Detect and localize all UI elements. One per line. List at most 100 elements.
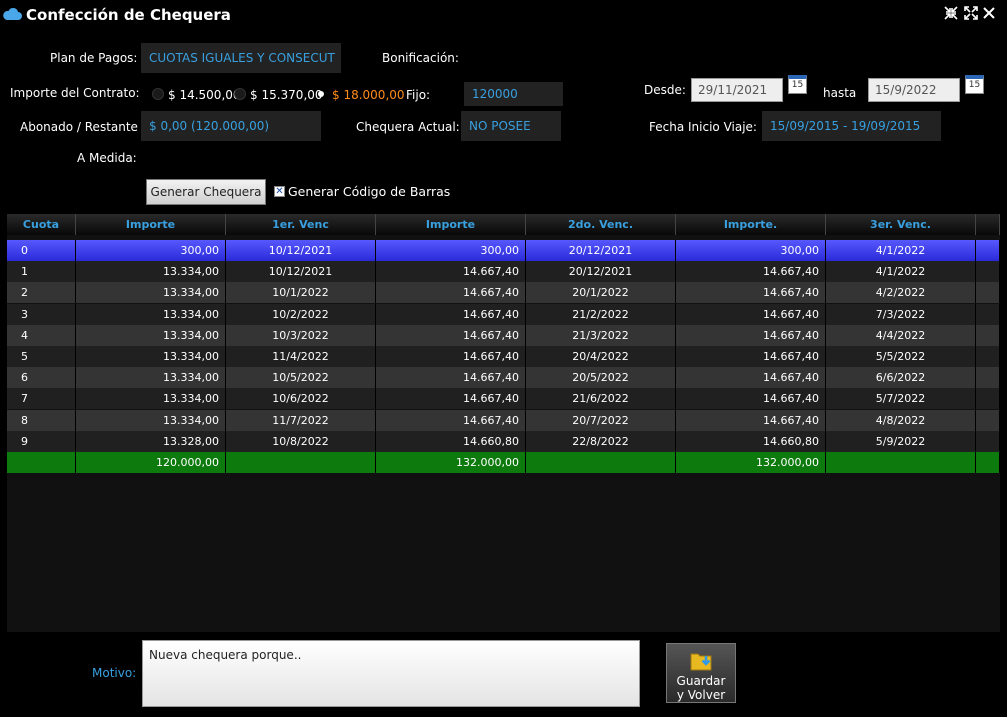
desde-calendar-icon[interactable]: 15 <box>788 75 807 94</box>
cell-importe-3: 300,00 <box>676 240 826 261</box>
cell-venc-1: 10/6/2022 <box>226 388 376 409</box>
cell-importe-3: 14.667,40 <box>676 367 826 388</box>
cell-venc-2: 20/5/2022 <box>526 367 676 388</box>
cell-importe-3: 14.667,40 <box>676 388 826 409</box>
cell-venc-1: 10/1/2022 <box>226 282 376 303</box>
cell-venc-1: 11/4/2022 <box>226 346 376 367</box>
cell-importe-2: 14.667,40 <box>376 346 526 367</box>
guardar-y-volver-button[interactable]: Guardar y Volver <box>666 643 736 703</box>
cell-cuota: 2 <box>7 282 76 303</box>
hasta-calendar-icon[interactable]: 15 <box>965 75 984 94</box>
table-row[interactable]: 7 13.334,00 10/6/2022 14.667,40 21/6/2022 14.… <box>7 388 1000 409</box>
header-importe-3[interactable]: Importe. <box>676 214 826 235</box>
cell-cuota: 4 <box>7 325 76 346</box>
cell-importe-1: 300,00 <box>76 240 226 261</box>
cell-spacer <box>976 261 1000 282</box>
importe-option-1-label: $ 14.500,00 <box>168 88 241 102</box>
title-bar: Confección de Chequera <box>0 0 1007 32</box>
cell-importe-2: 14.667,40 <box>376 410 526 431</box>
table-row[interactable]: 0 300,00 10/12/2021 300,00 20/12/2021 300,00 4… <box>7 240 1000 261</box>
table-row[interactable]: 2 13.334,00 10/1/2022 14.667,40 20/1/2022 14.… <box>7 282 1000 303</box>
header-cuota[interactable]: Cuota <box>7 214 76 235</box>
header-venc-1[interactable]: 1er. Venc <box>226 214 376 235</box>
cell-importe-3: 14.667,40 <box>676 282 826 303</box>
cell-importe-3: 14.667,40 <box>676 325 826 346</box>
cell-venc-1: 10/5/2022 <box>226 367 376 388</box>
cell-cuota: 5 <box>7 346 76 367</box>
cell-importe-1: 13.334,00 <box>76 325 226 346</box>
maximize-icon[interactable] <box>962 6 980 24</box>
cell-spacer <box>976 410 1000 431</box>
bonificacion-label: Bonificación: <box>382 51 459 65</box>
cell-venc-2: 22/8/2022 <box>526 431 676 452</box>
fijo-label: Fijo: <box>406 88 431 102</box>
cell-cuota: 7 <box>7 388 76 409</box>
cell-importe-1: 13.334,00 <box>76 346 226 367</box>
header-importe-2[interactable]: Importe <box>376 214 526 235</box>
cell-venc-3: 4/1/2022 <box>826 261 976 282</box>
total-importe-1: 120.000,00 <box>76 452 226 473</box>
cell-importe-3: 14.667,40 <box>676 304 826 325</box>
total-venc-2 <box>526 452 676 473</box>
table-row[interactable]: 8 13.334,00 11/7/2022 14.667,40 20/7/2022 14.… <box>7 410 1000 431</box>
chequera-actual-label: Chequera Actual: <box>356 120 460 134</box>
table-row[interactable]: 9 13.328,00 10/8/2022 14.660,80 22/8/2022 14.… <box>7 431 1000 452</box>
cell-cuota: 1 <box>7 261 76 282</box>
cell-importe-1: 13.334,00 <box>76 367 226 388</box>
cell-cuota: 3 <box>7 304 76 325</box>
table-row[interactable]: 1 13.334,00 10/12/2021 14.667,40 20/12/2021 1… <box>7 261 1000 282</box>
header-importe-1[interactable]: Importe <box>76 214 226 235</box>
importe-option-2-label: $ 15.370,00 <box>250 88 323 102</box>
minimize-icon[interactable] <box>942 6 960 24</box>
cell-importe-2: 300,00 <box>376 240 526 261</box>
cell-venc-2: 20/7/2022 <box>526 410 676 431</box>
cell-spacer <box>976 240 1000 261</box>
fijo-field[interactable]: 120000 <box>464 82 563 106</box>
cell-importe-2: 14.660,80 <box>376 431 526 452</box>
hasta-date-field[interactable]: 15/9/2022 <box>868 78 960 102</box>
importe-radio-1[interactable] <box>152 88 164 100</box>
desde-date-field[interactable]: 29/11/2021 <box>691 78 783 102</box>
motivo-textarea[interactable]: Nueva chequera porque.. <box>142 640 640 707</box>
table-row[interactable]: 3 13.334,00 10/2/2022 14.667,40 21/2/2022 14.… <box>7 304 1000 325</box>
total-importe-2: 132.000,00 <box>376 452 526 473</box>
cell-importe-1: 13.334,00 <box>76 282 226 303</box>
cell-importe-2: 14.667,40 <box>376 261 526 282</box>
importe-radio-2[interactable] <box>234 88 246 100</box>
codigo-barras-checkbox[interactable]: ✕ <box>274 186 285 197</box>
cell-spacer <box>976 282 1000 303</box>
cell-importe-1: 13.334,00 <box>76 304 226 325</box>
table-row[interactable]: 4 13.334,00 10/3/2022 14.667,40 21/3/2022 14.… <box>7 325 1000 346</box>
cell-venc-3: 5/7/2022 <box>826 388 976 409</box>
abonado-restante-label: Abonado / Restante <box>20 120 138 134</box>
cell-importe-2: 14.667,40 <box>376 388 526 409</box>
guardar-y-volver-label: Guardar y Volver <box>667 674 735 702</box>
cell-importe-2: 14.667,40 <box>376 325 526 346</box>
cell-venc-1: 10/12/2021 <box>226 261 376 282</box>
header-venc-3[interactable]: 3er. Venc. <box>826 214 976 235</box>
table-row[interactable]: 6 13.334,00 10/5/2022 14.667,40 20/5/2022 14.… <box>7 367 1000 388</box>
table-row[interactable]: 5 13.334,00 11/4/2022 14.667,40 20/4/2022 14.… <box>7 346 1000 367</box>
abonado-restante-field[interactable]: $ 0,00 (120.000,00) <box>141 111 321 141</box>
cell-spacer <box>976 367 1000 388</box>
close-icon[interactable] <box>980 6 998 24</box>
importe-radio-3[interactable] <box>318 91 324 97</box>
cell-spacer <box>976 325 1000 346</box>
total-importe-3: 132.000,00 <box>676 452 826 473</box>
fecha-inicio-viaje-label: Fecha Inicio Viaje: <box>649 120 757 134</box>
cell-cuota: 0 <box>7 240 76 261</box>
plan-pagos-field[interactable]: CUOTAS IGUALES Y CONSECUT <box>141 43 341 73</box>
chequera-actual-field[interactable]: NO POSEE <box>461 111 561 141</box>
fecha-inicio-viaje-field[interactable]: 15/09/2015 - 19/09/2015 <box>762 111 941 141</box>
cell-spacer <box>976 304 1000 325</box>
codigo-barras-label: Generar Código de Barras <box>288 184 451 199</box>
cell-cuota: 9 <box>7 431 76 452</box>
folder-save-icon <box>690 653 712 671</box>
generar-chequera-button[interactable]: Generar Chequera <box>146 179 266 205</box>
hasta-label: hasta <box>823 86 857 100</box>
save-label-line1: Guardar <box>676 674 726 688</box>
cell-venc-3: 6/6/2022 <box>826 367 976 388</box>
desde-label: Desde: <box>644 83 686 97</box>
importe-contrato-label: Importe del Contrato: <box>10 86 140 100</box>
header-venc-2[interactable]: 2do. Venc. <box>526 214 676 235</box>
